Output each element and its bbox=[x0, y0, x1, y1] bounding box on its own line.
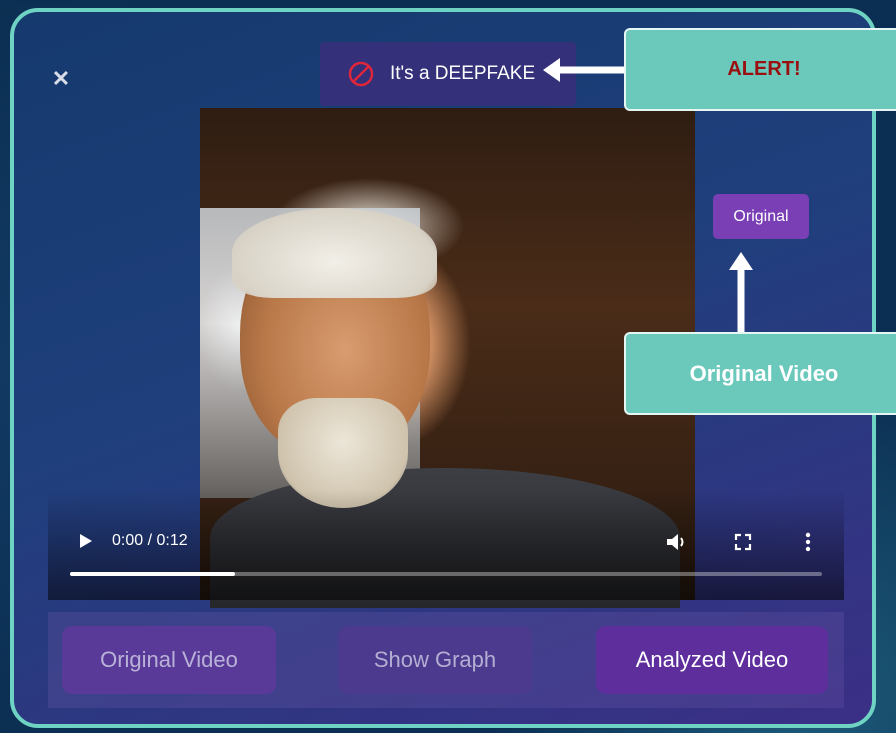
alert-callout: ALERT! bbox=[624, 28, 896, 111]
alert-arrow bbox=[543, 58, 628, 82]
original-video-callout: Original Video bbox=[624, 332, 896, 415]
original-video-arrow bbox=[729, 252, 753, 335]
